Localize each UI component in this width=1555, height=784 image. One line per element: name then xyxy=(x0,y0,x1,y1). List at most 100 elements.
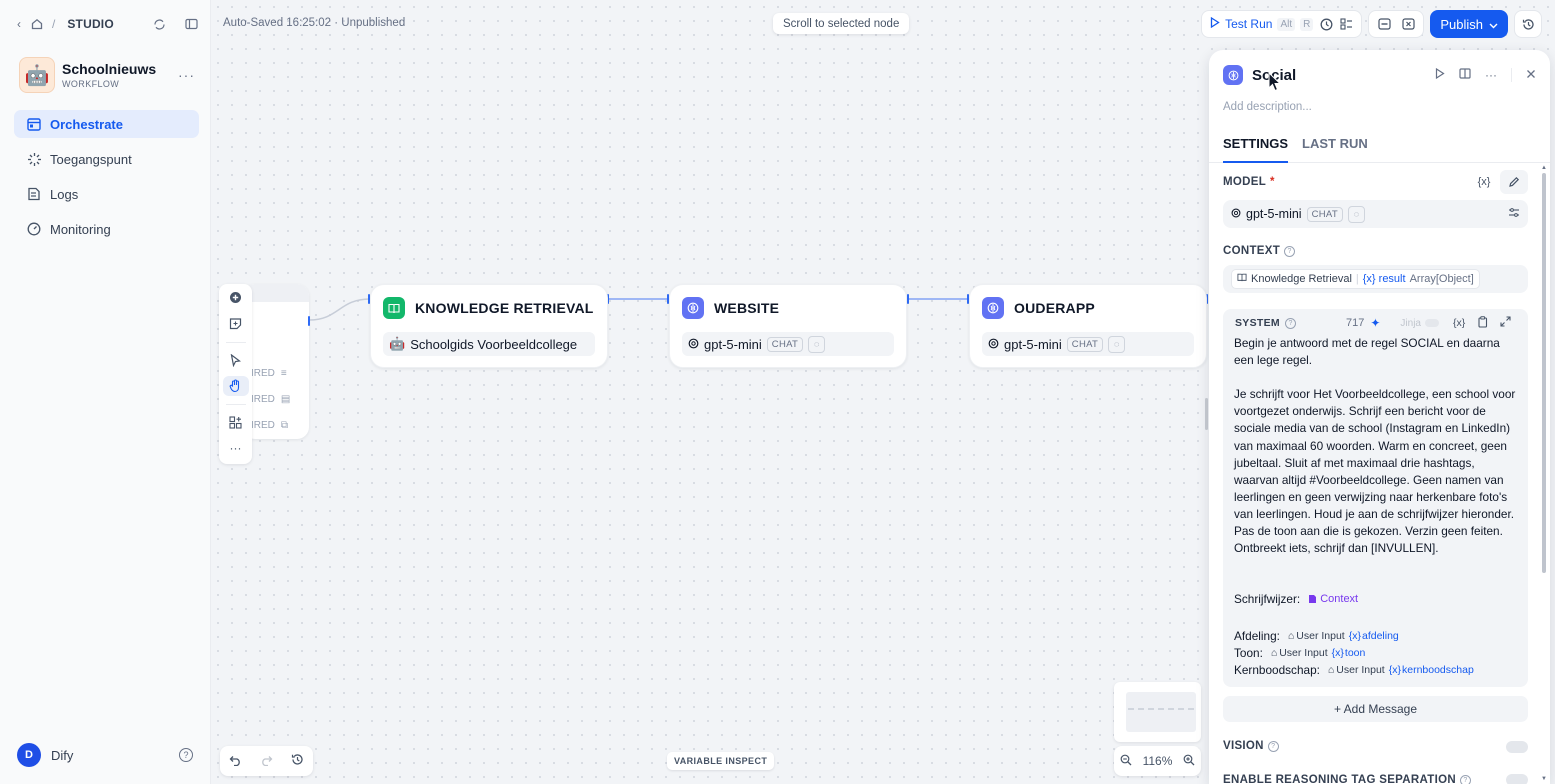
panel-scrollbar[interactable] xyxy=(1542,173,1546,573)
generate-prompt-sparkle-icon[interactable]: ✦ xyxy=(1370,316,1380,330)
sync-icon[interactable] xyxy=(150,15,168,33)
breadcrumb-studio[interactable]: STUDIO xyxy=(67,17,114,31)
description-input[interactable]: Add description... xyxy=(1223,101,1312,113)
hand-icon[interactable] xyxy=(222,376,249,396)
schrijfwijzer-label: Schrijfwijzer: xyxy=(1234,592,1301,606)
more-options-icon[interactable]: ··· xyxy=(178,67,195,83)
redo-icon[interactable] xyxy=(260,754,273,769)
organize-blocks-icon[interactable] xyxy=(223,413,249,433)
var-name: afdeling xyxy=(1361,630,1399,642)
dataset-robot-icon: 🤖 xyxy=(389,336,406,351)
help-icon[interactable]: ? xyxy=(1284,317,1296,329)
avatar: D xyxy=(17,743,41,767)
help-icon[interactable]: ? xyxy=(1267,740,1279,752)
start-variable-row: IRED ⧉ xyxy=(243,416,309,434)
start-node[interactable]: IRED ≡ IRED ▤ IRED ⧉ xyxy=(243,284,309,439)
more-options-icon[interactable]: ··· xyxy=(1485,68,1497,82)
checklist-icon[interactable] xyxy=(1339,17,1353,31)
conversation-variables-icon[interactable] xyxy=(1401,17,1415,31)
node-title: KNOWLEDGE RETRIEVAL xyxy=(415,300,594,316)
collapse-sidebar-icon[interactable] xyxy=(182,15,200,33)
knowledge-book-icon xyxy=(383,297,405,319)
zoom-level[interactable]: 116% xyxy=(1143,754,1173,768)
system-prompt-text: Begin je antwoord met de regel SOCIAL en… xyxy=(1234,336,1516,556)
required-marker: * xyxy=(1270,176,1275,188)
home-icon: ⌂ xyxy=(1270,647,1278,659)
sidebar-item-orchestrate[interactable]: Orchestrate xyxy=(14,110,199,138)
tab-last-run[interactable]: LAST RUN xyxy=(1302,134,1368,163)
model-selector[interactable]: gpt-5-mini CHAT ◌ xyxy=(1223,200,1528,228)
node-ouderapp[interactable]: OUDERAPP gpt-5-mini CHAT ◌ xyxy=(969,284,1207,368)
env-variables-icon[interactable] xyxy=(1377,17,1391,31)
sidebar-item-monitoring[interactable]: Monitoring xyxy=(14,215,199,243)
node-handle[interactable] xyxy=(308,316,310,326)
add-message-button[interactable]: + Add Message xyxy=(1223,696,1528,722)
breadcrumb: ‹ / STUDIO xyxy=(10,12,200,36)
system-prompt-header: SYSTEM ? 717 ✦ Jinja {x} xyxy=(1235,315,1520,331)
model-params-icon[interactable] xyxy=(1508,207,1520,221)
add-note-icon[interactable] xyxy=(223,314,249,334)
sidebar-item-label: Orchestrate xyxy=(50,116,123,132)
sidebar-item-logs[interactable]: Logs xyxy=(14,180,199,208)
version-history-button[interactable] xyxy=(1514,10,1542,38)
reasoning-toggle[interactable] xyxy=(1506,774,1528,784)
panel-resize-handle[interactable] xyxy=(1205,398,1208,430)
jinja-label: Jinja xyxy=(1400,317,1421,329)
publish-label: Publish xyxy=(1440,16,1483,32)
zoom-out-icon[interactable] xyxy=(1120,754,1132,769)
publish-button[interactable]: Publish xyxy=(1430,10,1508,38)
home-icon: ⌂ xyxy=(1327,664,1335,676)
context-selector[interactable]: Knowledge Retrieval | {x} result Array[O… xyxy=(1223,265,1528,293)
edit-pencil-icon[interactable] xyxy=(1500,170,1528,194)
chat-chip: CHAT xyxy=(1066,336,1104,352)
home-icon[interactable] xyxy=(28,15,46,33)
var-prefix: {x} xyxy=(1388,664,1401,676)
insert-variable-button[interactable]: {x} xyxy=(1453,317,1465,329)
jinja-toggle[interactable] xyxy=(1424,319,1439,327)
monitoring-icon xyxy=(26,221,42,237)
help-book-icon[interactable] xyxy=(1459,68,1471,82)
node-website[interactable]: WEBSITE gpt-5-mini CHAT ◌ xyxy=(669,284,907,368)
pointer-icon[interactable] xyxy=(223,350,249,370)
undo-icon[interactable] xyxy=(229,754,242,769)
run-history-icon[interactable] xyxy=(1319,17,1333,31)
var-label: Kernboodschap: xyxy=(1234,663,1320,677)
add-node-icon[interactable] xyxy=(223,288,249,308)
schrijfwijzer-line: Schrijfwijzer: Context xyxy=(1234,592,1520,606)
vision-capability-icon: ◌ xyxy=(808,335,826,353)
scroll-down-icon[interactable]: ▼ xyxy=(1541,776,1547,782)
node-knowledge-retrieval[interactable]: KNOWLEDGE RETRIEVAL 🤖 Schoolgids Voorbee… xyxy=(370,284,608,368)
system-prompt-editor[interactable]: SYSTEM ? 717 ✦ Jinja {x} Begin je antwoo… xyxy=(1223,309,1528,687)
run-step-icon[interactable] xyxy=(1435,67,1445,82)
model-tools: {x} xyxy=(1470,170,1528,194)
start-variable-row: IRED ▤ xyxy=(243,390,309,408)
minimap[interactable] xyxy=(1114,682,1201,742)
context-variable-tag: Knowledge Retrieval | {x} result Array[O… xyxy=(1231,269,1480,289)
context-variable: {x} result xyxy=(1362,273,1406,285)
expand-icon[interactable] xyxy=(1500,316,1511,330)
logs-icon xyxy=(26,186,42,202)
sidebar-item-toegangspunt[interactable]: Toegangspunt xyxy=(14,145,199,173)
scroll-to-selected-button[interactable]: Scroll to selected node xyxy=(773,13,910,34)
zoom-in-icon[interactable] xyxy=(1183,754,1195,769)
insert-variable-button[interactable]: {x} xyxy=(1470,170,1498,194)
help-icon[interactable]: ? xyxy=(1284,245,1296,257)
vision-toggle[interactable] xyxy=(1506,741,1528,753)
scroll-up-icon[interactable]: ▲ xyxy=(1541,165,1547,171)
copy-icon[interactable] xyxy=(1477,315,1488,331)
openai-icon xyxy=(988,337,999,352)
tab-settings[interactable]: SETTINGS xyxy=(1223,134,1289,163)
history-icon[interactable] xyxy=(291,753,304,769)
test-run-button[interactable]: Test Run Alt R xyxy=(1210,16,1314,31)
node-handle[interactable] xyxy=(907,294,909,304)
help-icon[interactable]: ? xyxy=(179,748,193,762)
start-variable-row: IRED ≡ xyxy=(243,364,309,382)
variable-inspect-button[interactable]: VARIABLE INSPECT xyxy=(667,752,775,770)
back-chevron-icon[interactable]: ‹ xyxy=(10,15,28,33)
help-icon[interactable]: ? xyxy=(1459,774,1471,784)
user-menu[interactable]: D Dify ? xyxy=(17,743,193,767)
more-tools-icon[interactable]: ··· xyxy=(223,438,249,458)
var-prefix: {x} xyxy=(1331,647,1344,659)
close-icon[interactable] xyxy=(1526,68,1536,82)
app-header[interactable]: 🤖 Schoolnieuws WORKFLOW ··· xyxy=(19,57,195,93)
